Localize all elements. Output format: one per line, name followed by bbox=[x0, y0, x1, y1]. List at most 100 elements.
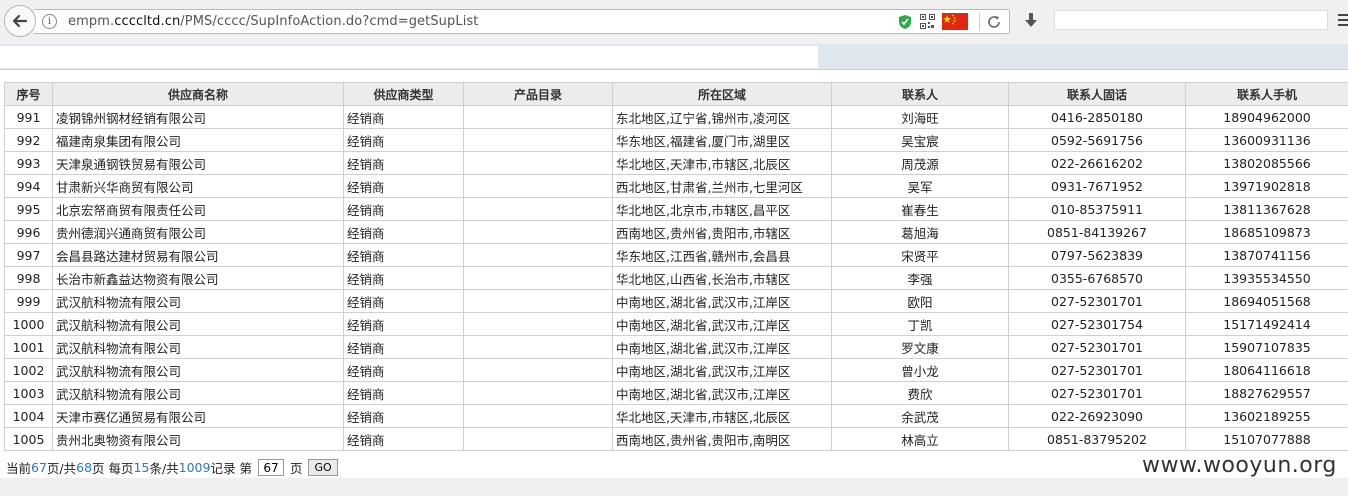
reload-icon[interactable] bbox=[986, 14, 1002, 33]
arrow-left-icon bbox=[12, 14, 28, 28]
contact-name-cell: 罗文康 bbox=[831, 335, 1009, 359]
row-index-cell: 1005 bbox=[4, 427, 53, 451]
contact-phone-cell: 0416-2850180 bbox=[1008, 105, 1186, 129]
table-row: 1002 武汉航科物流有限公司 经销商 中南地区,湖北省,武汉市,江岸区 曾小龙 027-… bbox=[4, 358, 1348, 382]
contact-mobile-cell: 13935534550 bbox=[1185, 266, 1348, 290]
row-index-cell: 1000 bbox=[4, 312, 53, 336]
contact-phone-cell: 0851-83795202 bbox=[1008, 427, 1186, 451]
contact-name-cell: 葛旭海 bbox=[831, 220, 1009, 244]
product-catalog-cell bbox=[463, 266, 613, 290]
bookmarks-bar bbox=[0, 44, 1348, 70]
contact-phone-cell: 0355-6768570 bbox=[1008, 266, 1186, 290]
contact-name-cell: 欧阳 bbox=[831, 289, 1009, 313]
supplier-name-cell: 武汉航科物流有限公司 bbox=[52, 381, 344, 405]
table-row: 993 天津泉通钢铁贸易有限公司 经销商 华北地区,天津市,市辖区,北辰区 周茂源 022… bbox=[4, 151, 1348, 175]
contact-name-cell: 李强 bbox=[831, 266, 1009, 290]
table-row: 994 甘肃新兴华商贸有限公司 经销商 西北地区,甘肃省,兰州市,七里河区 吴军 0931… bbox=[4, 174, 1348, 198]
region-cell: 中南地区,湖北省,武汉市,江岸区 bbox=[612, 358, 832, 382]
supplier-name-cell: 天津泉通钢铁贸易有限公司 bbox=[52, 151, 344, 175]
row-index-cell: 1002 bbox=[4, 358, 53, 382]
supplier-name-cell: 武汉航科物流有限公司 bbox=[52, 312, 344, 336]
contact-phone-cell: 010-85375911 bbox=[1008, 197, 1186, 221]
region-cell: 西南地区,贵州省,贵阳市,市辖区 bbox=[612, 220, 832, 244]
col-header-index: 序号 bbox=[4, 82, 53, 106]
contact-mobile-cell: 18904962000 bbox=[1185, 105, 1348, 129]
region-cell: 华北地区,山西省,长治市,市辖区 bbox=[612, 266, 832, 290]
region-cell: 华东地区,福建省,厦门市,湖里区 bbox=[612, 128, 832, 152]
supplier-type-cell: 经销商 bbox=[343, 220, 464, 244]
contact-phone-cell: 0931-7671952 bbox=[1008, 174, 1186, 198]
table-row: 1001 武汉航科物流有限公司 经销商 中南地区,湖北省,武汉市,江岸区 罗文康 027-… bbox=[4, 335, 1348, 359]
supplier-type-cell: 经销商 bbox=[343, 197, 464, 221]
supplier-name-cell: 贵州北奥物资有限公司 bbox=[52, 427, 344, 451]
row-index-cell: 1004 bbox=[4, 404, 53, 428]
contact-mobile-cell: 13602189255 bbox=[1185, 404, 1348, 428]
address-bar[interactable]: i empm.ccccltd.cn/PMS/cccc/SupInfoAction… bbox=[34, 9, 1010, 34]
region-cell: 西南地区,贵州省,贵阳市,南明区 bbox=[612, 427, 832, 451]
contact-mobile-cell: 13600931136 bbox=[1185, 128, 1348, 152]
supplier-name-cell: 福建南泉集团有限公司 bbox=[52, 128, 344, 152]
contact-phone-cell: 022-26616202 bbox=[1008, 151, 1186, 175]
shield-icon[interactable] bbox=[898, 14, 912, 33]
col-header-supplier-type: 供应商类型 bbox=[343, 82, 464, 106]
site-info-icon[interactable]: i bbox=[42, 14, 57, 29]
china-flag-icon bbox=[942, 13, 968, 30]
row-index-cell: 992 bbox=[4, 128, 53, 152]
row-index-cell: 999 bbox=[4, 289, 53, 313]
supplier-name-cell: 天津市赛亿通贸易有限公司 bbox=[52, 404, 344, 428]
supplier-name-cell: 武汉航科物流有限公司 bbox=[52, 289, 344, 313]
search-input[interactable] bbox=[1054, 10, 1328, 30]
product-catalog-cell bbox=[463, 358, 613, 382]
back-button[interactable] bbox=[4, 5, 36, 37]
region-cell: 华北地区,天津市,市辖区,北辰区 bbox=[612, 404, 832, 428]
region-cell: 华北地区,北京市,市辖区,昌平区 bbox=[612, 197, 832, 221]
region-cell: 西北地区,甘肃省,兰州市,七里河区 bbox=[612, 174, 832, 198]
row-index-cell: 991 bbox=[4, 105, 53, 129]
col-header-contact: 联系人 bbox=[831, 82, 1009, 106]
table-row: 997 会昌县路达建材贸易有限公司 经销商 华东地区,江西省,赣州市,会昌县 宋贤平 07… bbox=[4, 243, 1348, 267]
pager-text: 条/共 bbox=[149, 461, 179, 476]
contact-mobile-cell: 13971902818 bbox=[1185, 174, 1348, 198]
col-header-region: 所在区域 bbox=[612, 82, 832, 106]
table-header-row: 序号 供应商名称 供应商类型 产品目录 所在区域 联系人 联系人固话 联系人手机 bbox=[4, 82, 1348, 106]
region-cell: 华东地区,江西省,赣州市,会昌县 bbox=[612, 243, 832, 267]
supplier-name-cell: 武汉航科物流有限公司 bbox=[52, 358, 344, 382]
row-index-cell: 998 bbox=[4, 266, 53, 290]
product-catalog-cell bbox=[463, 174, 613, 198]
supplier-type-cell: 经销商 bbox=[343, 358, 464, 382]
supplier-type-cell: 经销商 bbox=[343, 105, 464, 129]
supplier-type-cell: 经销商 bbox=[343, 312, 464, 336]
hamburger-menu-icon[interactable] bbox=[1338, 14, 1348, 29]
supplier-name-cell: 凌钢锦州钢材经销有限公司 bbox=[52, 105, 344, 129]
region-cell: 中南地区,湖北省,武汉市,江岸区 bbox=[612, 335, 832, 359]
pager-text: 页 每页 bbox=[92, 461, 134, 476]
qr-code-icon[interactable] bbox=[920, 14, 935, 32]
watermark: www.wooyun.org bbox=[1142, 453, 1337, 478]
divider bbox=[979, 13, 980, 31]
row-index-cell: 1003 bbox=[4, 381, 53, 405]
supplier-type-cell: 经销商 bbox=[343, 289, 464, 313]
total-pages-number: 68 bbox=[76, 460, 93, 475]
product-catalog-cell bbox=[463, 289, 613, 313]
table-row: 992 福建南泉集团有限公司 经销商 华东地区,福建省,厦门市,湖里区 吴宝宸 0592-… bbox=[4, 128, 1348, 152]
region-cell: 东北地区,辽宁省,锦州市,凌河区 bbox=[612, 105, 832, 129]
status-bar bbox=[0, 478, 1348, 496]
row-index-cell: 997 bbox=[4, 243, 53, 267]
product-catalog-cell bbox=[463, 243, 613, 267]
download-icon[interactable] bbox=[1024, 13, 1038, 32]
supplier-type-cell: 经销商 bbox=[343, 128, 464, 152]
per-page-number: 15 bbox=[133, 460, 150, 475]
contact-name-cell: 刘海旺 bbox=[831, 105, 1009, 129]
supplier-table: 序号 供应商名称 供应商类型 产品目录 所在区域 联系人 联系人固话 联系人手机 991 凌钢锦… bbox=[4, 82, 1348, 451]
supplier-name-cell: 甘肃新兴华商贸有限公司 bbox=[52, 174, 344, 198]
product-catalog-cell bbox=[463, 381, 613, 405]
contact-mobile-cell: 13870741156 bbox=[1185, 243, 1348, 267]
contact-phone-cell: 027-52301754 bbox=[1008, 312, 1186, 336]
go-button[interactable]: GO bbox=[308, 459, 338, 476]
supplier-type-cell: 经销商 bbox=[343, 266, 464, 290]
supplier-type-cell: 经销商 bbox=[343, 243, 464, 267]
pager-text: 当前 bbox=[6, 461, 32, 476]
page-number-input[interactable] bbox=[257, 459, 284, 476]
contact-phone-cell: 027-52301701 bbox=[1008, 289, 1186, 313]
supplier-name-cell: 武汉航科物流有限公司 bbox=[52, 335, 344, 359]
